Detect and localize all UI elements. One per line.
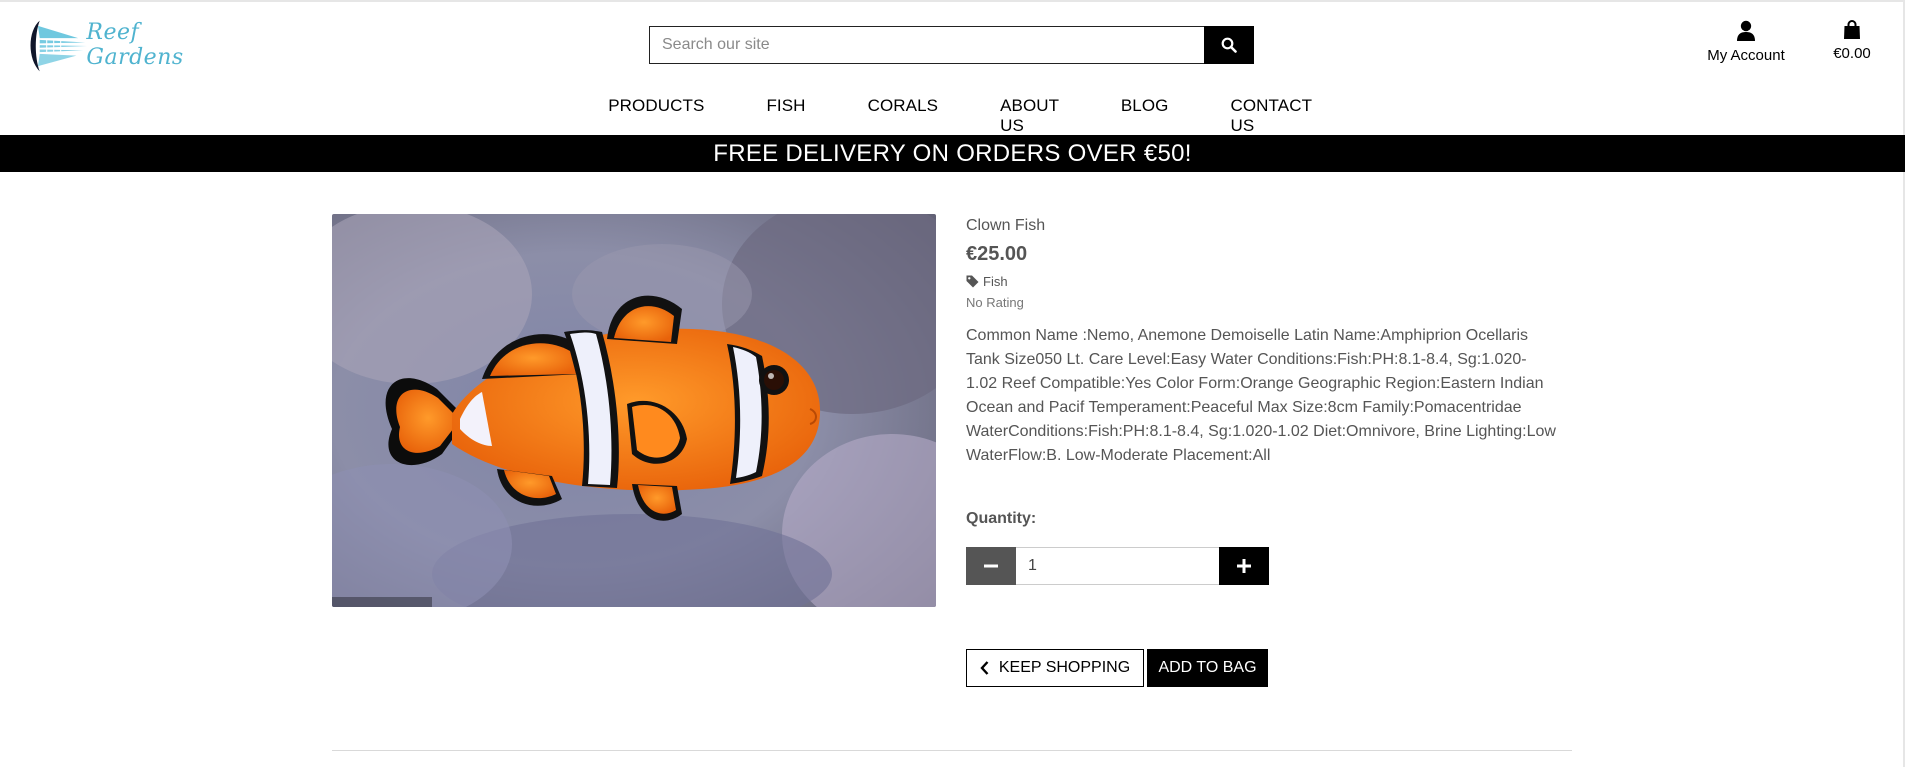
product-image — [332, 214, 936, 607]
nav-item-corals[interactable]: CORALS — [868, 96, 939, 118]
fish-logo-icon — [30, 20, 87, 72]
nav-item-fish[interactable]: FISH — [766, 96, 805, 118]
shopping-bag-icon — [1844, 20, 1860, 39]
quantity-input[interactable]: 1 — [1016, 547, 1219, 585]
quantity-stepper: 1 — [966, 547, 1269, 585]
clownfish-photo — [332, 214, 936, 607]
keep-shopping-button[interactable]: KEEP SHOPPING — [966, 649, 1144, 687]
plus-icon — [1237, 559, 1251, 573]
nav-item-products[interactable]: PRODUCTS — [608, 96, 704, 118]
divider — [332, 750, 1572, 751]
quantity-label: Quantity: — [966, 510, 1037, 527]
product-name: Clown Fish — [966, 217, 1046, 234]
product-category-link[interactable]: Fish — [966, 274, 1566, 289]
search-input[interactable] — [649, 26, 1204, 64]
search-icon — [1221, 37, 1237, 53]
product-rating: No Rating — [966, 295, 1024, 310]
tag-icon — [966, 275, 979, 288]
keep-shopping-label: KEEP SHOPPING — [998, 659, 1131, 676]
product-category: Fish — [983, 274, 1008, 289]
nav-item-about-us[interactable]: ABOUT US — [1000, 96, 1059, 135]
decrement-button[interactable] — [966, 547, 1016, 585]
search-bar — [649, 26, 1254, 64]
nav-item-contact-us[interactable]: CONTACT US — [1230, 96, 1311, 135]
search-button[interactable] — [1204, 26, 1254, 64]
delivery-banner: FREE DELIVERY ON ORDERS OVER €50! — [0, 135, 1905, 172]
brand-name: Reef Gardens — [86, 20, 184, 70]
my-account-link[interactable]: My Account — [1700, 20, 1792, 70]
top-border — [0, 0, 1905, 2]
product-details: Clown Fish €25.00 Fish No Rating Common … — [966, 214, 1566, 468]
minus-icon — [984, 564, 998, 568]
bag-total: €0.00 — [1833, 45, 1871, 62]
add-to-bag-button[interactable]: ADD TO BAG — [1147, 649, 1268, 687]
chevron-left-icon — [980, 661, 989, 675]
user-icon — [1737, 20, 1755, 41]
nav-item-blog[interactable]: BLOG — [1121, 96, 1169, 118]
brand-logo[interactable]: Reef Gardens — [24, 14, 224, 78]
my-account-label: My Account — [1707, 47, 1785, 64]
shopping-bag-link[interactable]: €0.00 — [1826, 20, 1878, 70]
main-nav: PRODUCTS FISH CORALS ABOUT US BLOG CONTA… — [580, 96, 1340, 135]
product-description: Common Name :Nemo, Anemone Demoiselle La… — [966, 327, 1556, 464]
product-price: €25.00 — [966, 243, 1028, 265]
increment-button[interactable] — [1219, 547, 1269, 585]
